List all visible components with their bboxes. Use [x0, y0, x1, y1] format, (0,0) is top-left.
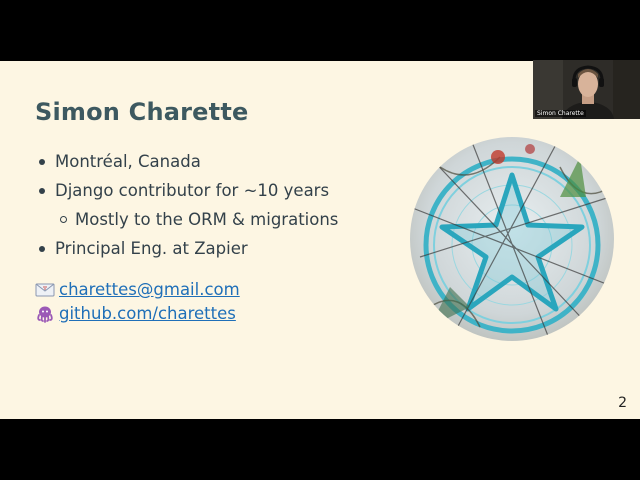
bullet-item: Django contributor for ~10 years [35, 176, 338, 205]
bullet-item: Principal Eng. at Zapier [35, 234, 338, 263]
slide-title: Simon Charette [35, 98, 249, 126]
circular-photo [410, 137, 614, 341]
github-row: github.com/charettes [35, 302, 240, 326]
page-number: 2 [618, 395, 627, 411]
participant-name: Simon Charette [535, 110, 586, 117]
bullet-list: Montréal, Canada Django contributor for … [35, 147, 338, 263]
email-row: charettes@gmail.com [35, 278, 240, 302]
github-link[interactable]: github.com/charettes [59, 302, 236, 326]
sub-bullet-item: Mostly to the ORM & migrations [35, 205, 338, 234]
envelope-icon [35, 281, 55, 299]
contact-links: charettes@gmail.com github.com/charettes [35, 278, 240, 326]
email-link[interactable]: charettes@gmail.com [59, 278, 240, 302]
octopus-icon [35, 305, 55, 323]
participant-video-tile[interactable]: Simon Charette [533, 60, 640, 119]
bullet-item: Montréal, Canada [35, 147, 338, 176]
